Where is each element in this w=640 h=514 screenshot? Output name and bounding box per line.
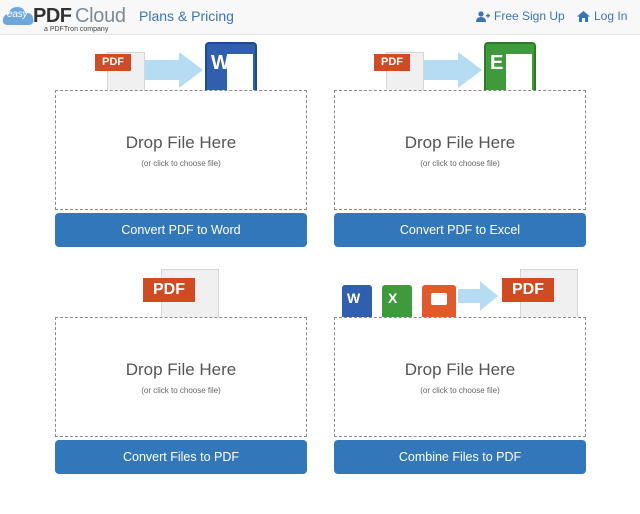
drop-subtitle: (or click to choose file) [141, 386, 221, 395]
arrow-right-icon [145, 52, 203, 88]
combine-files-banner: W X PDF [334, 265, 586, 317]
login-label: Log In [594, 9, 628, 23]
drop-subtitle: (or click to choose file) [420, 159, 500, 168]
arrow-right-icon [458, 281, 498, 311]
excel-document-icon: X [382, 285, 412, 317]
add-user-icon [476, 10, 490, 22]
pdf-to-excel-panel: PDF E Drop File Here (or click to choose… [334, 38, 586, 247]
convert-files-to-pdf-button[interactable]: Convert Files to PDF [55, 440, 307, 474]
pdf-badge-icon: PDF [95, 54, 131, 71]
files-to-pdf-panel: PDF Drop File Here (or click to choose f… [55, 265, 307, 474]
files-to-pdf-banner: PDF [55, 265, 307, 317]
excel-small-letter: X [388, 290, 398, 306]
pdf-badge-icon: PDF [502, 278, 554, 302]
pdf-to-word-panel: PDF W Drop File Here (or click to choose… [55, 38, 307, 247]
drop-title: Drop File Here [404, 360, 516, 379]
drop-subtitle: (or click to choose file) [420, 386, 500, 395]
login-link[interactable]: Log In [577, 9, 627, 23]
convert-pdf-to-word-button[interactable]: Convert PDF to Word [55, 213, 307, 247]
drop-subtitle: (or click to choose file) [141, 159, 221, 168]
drop-title: Drop File Here [125, 133, 237, 152]
drop-zone[interactable]: Drop File Here (or click to choose file) [334, 317, 586, 437]
easypdfcloud-logo[interactable]: easy PDF Cloud a PDFTron company [2, 2, 132, 34]
excel-document-icon: E [484, 42, 536, 90]
drop-zone[interactable]: Drop File Here (or click to choose file) [334, 90, 586, 210]
word-document-icon: W [342, 285, 372, 317]
combine-files-panel: W X PDF Drop File Here (or click to choo… [334, 265, 586, 474]
free-signup-link[interactable]: Free Sign Up [476, 9, 565, 23]
plans-pricing-link[interactable]: Plans & Pricing [139, 8, 234, 24]
drop-zone[interactable]: Drop File Here (or click to choose file) [55, 90, 307, 210]
drop-title: Drop File Here [404, 133, 516, 152]
pdf-to-word-banner: PDF W [55, 38, 307, 90]
home-icon [577, 10, 590, 22]
logo-pdf-text: PDF [33, 5, 72, 27]
logo-easy-text: easy [7, 9, 28, 20]
drop-zone[interactable]: Drop File Here (or click to choose file) [55, 317, 307, 437]
free-signup-label: Free Sign Up [494, 9, 565, 23]
word-letter: W [211, 52, 230, 74]
pdf-badge-icon: PDF [374, 54, 410, 71]
convert-pdf-to-excel-button[interactable]: Convert PDF to Excel [334, 213, 586, 247]
drop-title: Drop File Here [125, 360, 237, 379]
excel-letter: E [490, 52, 504, 74]
logo-tagline: a PDFTron company [44, 26, 109, 33]
pdf-to-excel-banner: PDF E [334, 38, 586, 90]
logo-cloud-text: Cloud [75, 5, 126, 27]
powerpoint-document-icon [422, 285, 456, 317]
arrow-right-icon [424, 52, 482, 88]
word-small-letter: W [347, 290, 361, 306]
top-navbar: easy PDF Cloud a PDFTron company Plans &… [0, 0, 640, 35]
pdf-badge-icon: PDF [143, 278, 195, 302]
combine-files-to-pdf-button[interactable]: Combine Files to PDF [334, 440, 586, 474]
word-document-icon: W [205, 42, 257, 90]
